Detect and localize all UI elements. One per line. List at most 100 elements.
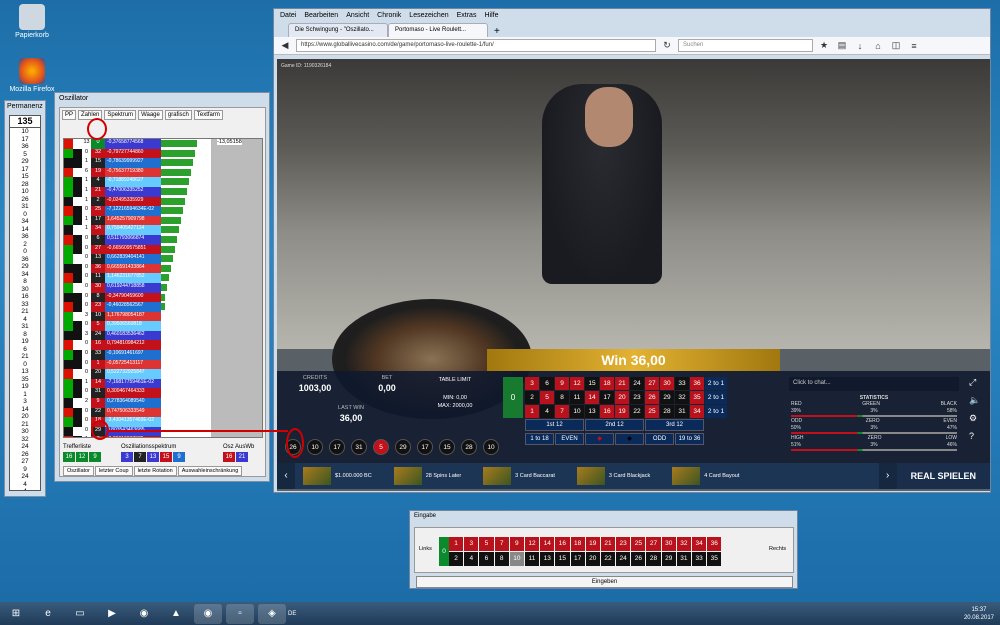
eingabe-number[interactable]: 15 [555,552,570,566]
rechts-label[interactable]: Rechts [769,546,786,552]
board-number[interactable]: 29 [660,391,674,404]
column-bet[interactable]: 2 to 1 [705,405,727,418]
osz-bottom-tab[interactable]: Auswahleinschränkung [177,466,243,476]
board-number[interactable]: 21 [615,377,629,390]
board-number[interactable]: 13 [585,405,599,418]
eingabe-number[interactable]: 20 [585,552,600,566]
eingabe-number[interactable]: 24 [616,552,631,566]
menu-item[interactable]: Lesezeichen [409,12,448,20]
board-number[interactable]: 20 [615,391,629,404]
eingabe-number[interactable]: 23 [616,537,631,551]
board-number[interactable]: 16 [600,405,614,418]
eingabe-number[interactable]: 3 [464,537,479,551]
menu-item[interactable]: Extras [457,12,477,20]
column-bet[interactable]: 2 to 1 [705,391,727,404]
board-number[interactable]: 35 [690,391,704,404]
permanenz-list[interactable]: 135 10 17 36 5 29 17 15 28 10 26 31 0 34 14 36 2 0 36 29 34… [9,115,41,491]
board-number[interactable]: 6 [540,377,554,390]
eingabe-number[interactable]: 35 [707,552,722,566]
even-money-bet[interactable]: ◆ [585,433,614,445]
betting-board[interactable]: 3 6 9 12 15 18 21 24 27 30 33 36 2 to 1 2 5 8 11 14 17 20 23… [525,377,727,418]
board-number[interactable]: 28 [660,405,674,418]
eingabe-number[interactable]: 9 [509,537,524,551]
menu-item[interactable]: Bearbeiten [304,12,338,20]
eingabe-number[interactable]: 25 [631,537,646,551]
eingabe-number[interactable]: 33 [692,552,707,566]
board-number[interactable]: 15 [585,377,599,390]
eingabe-number[interactable]: 16 [555,537,570,551]
eingabe-number[interactable]: 30 [661,537,676,551]
home-icon[interactable]: ⌂ [871,41,885,51]
osz-tab[interactable]: Waage [138,110,163,120]
dozen-bet[interactable]: 2nd 12 [585,419,644,431]
eingabe-number[interactable]: 29 [661,552,676,566]
search-input[interactable]: Suchen [678,39,813,52]
board-number[interactable]: 11 [570,391,584,404]
lobby-prev-icon[interactable]: ‹ [277,463,295,489]
board-number[interactable]: 22 [630,405,644,418]
eingabe-number[interactable]: 21 [600,537,616,551]
board-number[interactable]: 33 [675,377,689,390]
back-icon[interactable]: ◀ [278,40,292,51]
lobby-item[interactable]: 3 Card Baccarat [483,467,555,485]
table-limit-label[interactable]: TABLE LIMIT [425,377,485,383]
dozen-bet[interactable]: 1st 12 [525,419,584,431]
eingabe-number[interactable]: 19 [585,537,600,551]
even-money-bet[interactable]: ODD [645,433,674,445]
clock[interactable]: 15:37 20.08.2017 [964,606,1000,622]
board-number[interactable]: 31 [675,405,689,418]
eingabe-number[interactable]: 18 [570,537,585,551]
osz-bottom-tab[interactable]: letzter Coup [94,466,133,476]
board-number[interactable]: 19 [615,405,629,418]
sound-icon[interactable]: 🔈 [969,395,980,406]
eingabe-number[interactable]: 5 [479,537,494,551]
menu-item[interactable]: Chronik [377,12,401,20]
dozen-bet[interactable]: 3rd 12 [645,419,704,431]
lobby-item[interactable]: 3 Card Blackjack [576,467,650,485]
board-number[interactable]: 7 [555,405,569,418]
eingeben-button[interactable]: Eingeben [416,576,793,588]
tab-portomaso[interactable]: Portomaso - Live Roulett... [388,23,488,37]
eingabe-number[interactable]: 27 [646,537,661,551]
board-number[interactable]: 25 [645,405,659,418]
live-roulette-game[interactable]: Game ID: 1190326184 Win 36,00 CREDITS 10… [277,59,990,491]
eingabe-number[interactable]: 1 [449,537,464,551]
board-number[interactable]: 18 [600,377,614,390]
recycle-bin-icon[interactable]: Papierkorb [2,4,62,39]
url-bar[interactable]: https://www.globallivecasino.com/de/game… [296,39,656,52]
board-number[interactable]: 12 [570,377,584,390]
board-number[interactable]: 14 [585,391,599,404]
pocket-icon[interactable]: ◫ [889,40,903,51]
eingabe-number[interactable]: 28 [646,552,661,566]
eingabe-number[interactable]: 17 [570,552,585,566]
eingabe-number[interactable]: 12 [524,537,540,551]
board-number[interactable]: 17 [600,391,614,404]
language-indicator[interactable]: DE [288,611,296,617]
osz-tab[interactable]: PP [62,110,77,120]
board-number[interactable]: 4 [540,405,554,418]
reload-icon[interactable]: ↻ [660,40,674,51]
firefox-task-icon[interactable]: ◉ [130,604,158,624]
vlc-icon[interactable]: ▲ [162,604,190,624]
even-money-bet[interactable]: 19 to 36 [675,433,704,445]
osz-tab[interactable]: Textfarm [193,110,223,120]
board-number[interactable]: 23 [630,391,644,404]
menu-item[interactable]: Datei [280,12,296,20]
lobby-next-icon[interactable]: › [878,463,897,489]
board-number[interactable]: 32 [675,391,689,404]
fullscreen-icon[interactable]: ⤢ [969,377,980,388]
board-number[interactable]: 30 [660,377,674,390]
lobby-item[interactable]: 28 Spins Later [393,467,461,485]
reader-icon[interactable]: ▤ [835,40,849,51]
menu-item[interactable]: Ansicht [346,12,369,20]
osz-bottom-tab[interactable]: Oszillator [63,466,94,476]
lobby-item[interactable]: 4 Card Bayout [672,467,739,485]
board-number[interactable]: 3 [525,377,539,390]
media-icon[interactable]: ▶ [98,604,126,624]
eingabe-number[interactable]: 4 [464,552,479,566]
eingabe-number[interactable]: 11 [524,552,540,566]
eingabe-number[interactable]: 6 [479,552,494,566]
eingabe-number[interactable]: 22 [600,552,616,566]
settings-icon[interactable]: ⚙ [969,413,980,424]
even-money-bet[interactable]: 1 to 18 [525,433,554,445]
